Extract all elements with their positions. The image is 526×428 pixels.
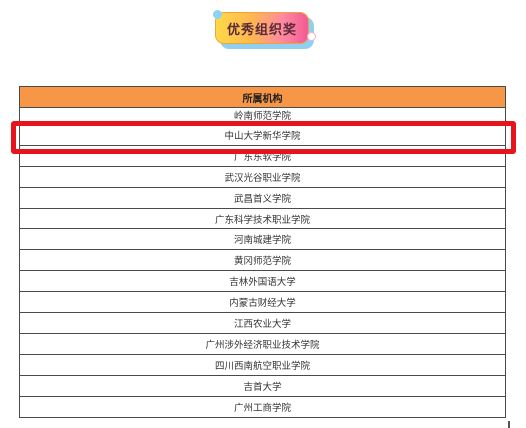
table-row: 广州工商学院: [233, 403, 291, 415]
table-row: 吉首大学: [20, 376, 505, 397]
decorative-dot: [307, 32, 316, 41]
award-badge: 优秀组织奖: [213, 10, 317, 52]
table-row: 江西农业大学: [20, 313, 505, 334]
table-row: 黄冈师范学院: [20, 250, 505, 272]
table-row: 河南城建学院: [20, 229, 505, 251]
table-row: 内蒙古财经大学: [20, 292, 505, 314]
table-row: 武昌首义学院: [20, 188, 505, 209]
table-row: 武汉光谷职业学院: [20, 167, 505, 188]
table-row: 广州涉外经济职业技术学院: [20, 334, 505, 355]
decorative-dot: [213, 10, 222, 19]
corner-mark: [508, 421, 510, 428]
table-row: 吉林外国语大学: [20, 271, 505, 293]
table-row: 四川西南航空职业学院: [20, 355, 505, 376]
table-row: 广东科学技术职业学院: [20, 209, 505, 230]
highlight-frame: [11, 121, 516, 154]
award-badge-label: 优秀组织奖: [215, 12, 309, 44]
table-header-institution: 所属机构: [20, 87, 505, 108]
